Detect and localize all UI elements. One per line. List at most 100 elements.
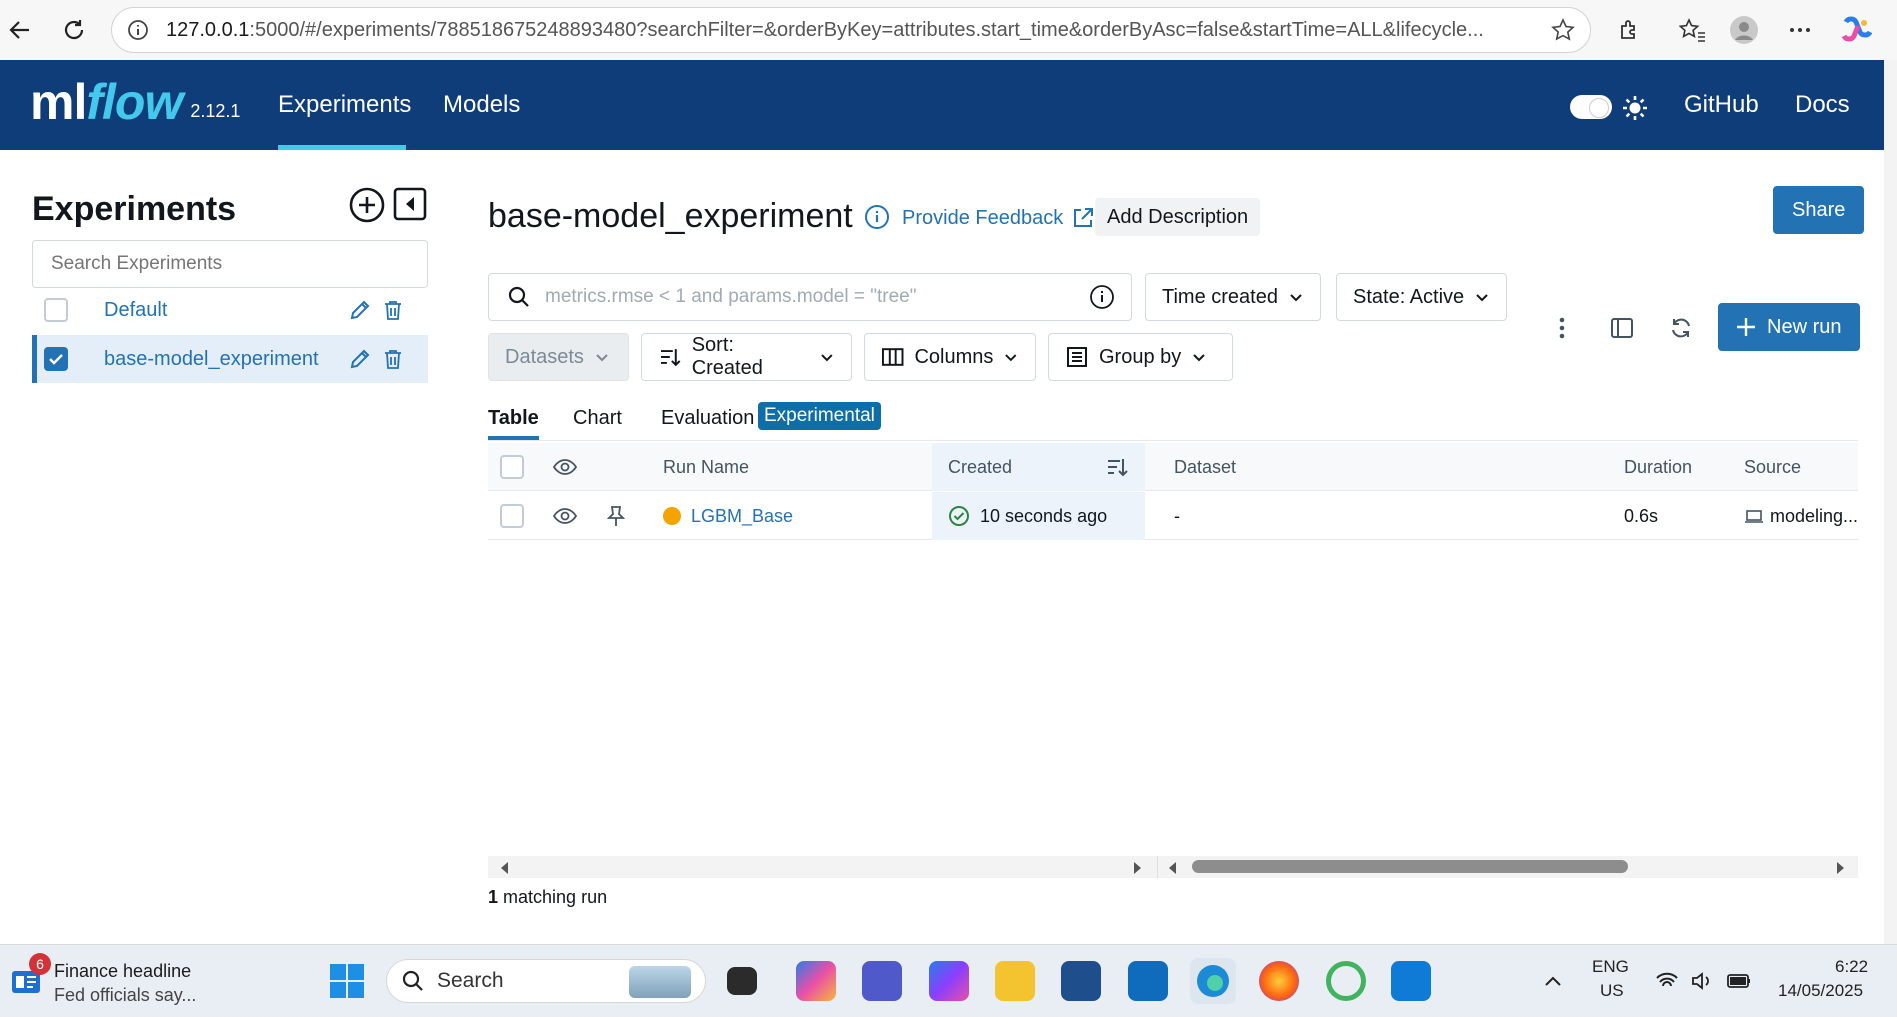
page-scrollbar[interactable] (1884, 60, 1897, 944)
datasets-dropdown[interactable]: Datasets (488, 333, 629, 381)
experiment-item-default[interactable]: Default (32, 286, 428, 334)
sql-tool-icon[interactable] (1061, 961, 1101, 1001)
nav-github[interactable]: GitHub (1684, 60, 1759, 150)
sort-dropdown[interactable]: Sort: Created (641, 333, 852, 381)
header-duration[interactable]: Duration (1624, 443, 1692, 491)
pin-icon[interactable] (604, 504, 628, 528)
delete-trash-icon[interactable] (382, 348, 404, 370)
run-name-link[interactable]: LGBM_Base (691, 506, 793, 527)
extensions-button[interactable] (1612, 12, 1648, 48)
chevron-down-icon (596, 354, 608, 362)
header-created[interactable]: Created (932, 443, 1145, 491)
experiment-item-base-model[interactable]: base-model_experiment (32, 335, 428, 383)
copilot-taskbar-icon[interactable] (796, 961, 836, 1001)
add-experiment-icon[interactable] (349, 187, 385, 223)
sort-descending-icon[interactable] (1105, 455, 1129, 479)
run-search-bar[interactable]: metrics.rmse < 1 and params.model = "tre… (488, 273, 1132, 321)
source-value[interactable]: modeling... (1770, 506, 1858, 527)
battery-icon[interactable] (1726, 971, 1752, 991)
columns-icon (881, 348, 904, 366)
match-count-number: 1 (488, 887, 499, 907)
columns-dropdown[interactable]: Columns (864, 333, 1036, 381)
info-icon[interactable] (864, 204, 890, 230)
experiment-checkbox[interactable] (44, 298, 68, 322)
header-run-name[interactable]: Run Name (663, 443, 749, 491)
state-filter-dropdown[interactable]: State: Active (1336, 273, 1508, 321)
site-info-icon[interactable] (126, 18, 150, 42)
run-color-dot[interactable] (663, 507, 681, 525)
loading-app-icon[interactable] (1326, 961, 1366, 1001)
m365-icon[interactable] (929, 961, 969, 1001)
tab-table[interactable]: Table (488, 407, 539, 440)
scroll-right-arrow-icon[interactable] (1130, 861, 1144, 875)
experiment-checkbox-checked[interactable] (44, 347, 68, 371)
nav-experiments[interactable]: Experiments (278, 60, 411, 150)
table-row[interactable]: LGBM_Base 10 seconds ago - 0.6s modeling… (488, 492, 1858, 540)
kebab-menu-icon[interactable] (1550, 316, 1574, 340)
taskbar-search[interactable]: Search (386, 959, 706, 1003)
scrollbar-thumb[interactable] (1192, 860, 1628, 873)
share-button[interactable]: Share (1773, 186, 1865, 234)
experiment-name[interactable]: Default (104, 299, 167, 322)
copilot-button[interactable] (1838, 12, 1874, 48)
scroll-left-arrow-icon[interactable] (1166, 861, 1180, 875)
nav-docs[interactable]: Docs (1795, 60, 1850, 150)
laptop-icon (1745, 510, 1763, 523)
header-source[interactable]: Source (1744, 443, 1801, 491)
collapse-sidebar-icon[interactable] (393, 187, 427, 221)
dark-mode-toggle[interactable] (1570, 95, 1612, 119)
favorite-star-icon[interactable] (1550, 17, 1576, 43)
row-checkbox[interactable] (500, 504, 524, 528)
volume-icon[interactable] (1690, 971, 1714, 991)
more-menu-button[interactable] (1782, 12, 1818, 48)
taskview-icon[interactable] (727, 967, 757, 995)
new-run-button[interactable]: New run (1718, 303, 1860, 351)
experiment-name[interactable]: base-model_experiment (104, 348, 319, 371)
feedback-label[interactable]: Provide Feedback (902, 207, 1063, 230)
language-label[interactable]: ENG (1592, 957, 1629, 977)
tab-evaluation[interactable]: Evaluation (661, 407, 754, 440)
wifi-icon[interactable] (1655, 971, 1679, 991)
favorites-button[interactable] (1674, 12, 1710, 48)
add-description-button[interactable]: Add Description (1095, 198, 1261, 236)
version-label: 2.12.1 (190, 101, 241, 121)
clock-date[interactable]: 14/05/2025 (1778, 981, 1863, 1001)
refresh-icon[interactable] (1669, 316, 1693, 340)
eye-icon[interactable] (552, 503, 578, 529)
eye-icon[interactable] (552, 454, 578, 480)
mlflow-logo[interactable]: ml flow 2.12.1 (30, 74, 240, 130)
edge-active-tile[interactable] (1190, 958, 1236, 1004)
address-bar[interactable]: 127.0.0.1:5000/#/experiments/78851867524… (111, 7, 1591, 53)
edit-pencil-icon[interactable] (348, 298, 372, 322)
edit-pencil-icon[interactable] (348, 347, 372, 371)
windows-start-icon[interactable] (328, 962, 366, 1000)
news-widget[interactable]: 6 Finance headline Fed officials say... (8, 953, 208, 1005)
toggle-side-panel-icon[interactable] (1610, 316, 1634, 340)
provide-feedback-link[interactable]: Provide Feedback (902, 206, 1095, 230)
clock-time[interactable]: 6:22 (1835, 957, 1868, 977)
scroll-right-arrow-icon[interactable] (1833, 861, 1847, 875)
time-created-dropdown[interactable]: Time created (1145, 273, 1321, 321)
source-cell: modeling... (1744, 492, 1858, 540)
chevron-up-icon[interactable] (1543, 972, 1563, 990)
search-experiments-input[interactable] (32, 240, 428, 288)
tab-chart[interactable]: Chart (573, 407, 622, 440)
back-button[interactable] (2, 12, 38, 48)
created-cell: 10 seconds ago (932, 492, 1145, 540)
nav-models[interactable]: Models (443, 60, 520, 150)
select-all-checkbox[interactable] (500, 455, 524, 479)
scroll-left-arrow-icon[interactable] (498, 861, 512, 875)
teams-icon[interactable] (862, 961, 902, 1001)
reload-button[interactable] (56, 12, 92, 48)
delete-trash-icon[interactable] (382, 299, 404, 321)
vscode-icon[interactable] (1391, 961, 1431, 1001)
outlook-icon[interactable] (1128, 961, 1168, 1001)
profile-button[interactable] (1726, 12, 1762, 48)
search-syntax-info-icon[interactable] (1089, 284, 1115, 310)
region-label[interactable]: US (1600, 981, 1624, 1001)
firefox-icon[interactable] (1259, 961, 1299, 1001)
header-dataset[interactable]: Dataset (1174, 443, 1236, 491)
file-explorer-icon[interactable] (995, 961, 1035, 1001)
group-by-dropdown[interactable]: Group by (1048, 333, 1233, 381)
search-icon (402, 970, 423, 991)
